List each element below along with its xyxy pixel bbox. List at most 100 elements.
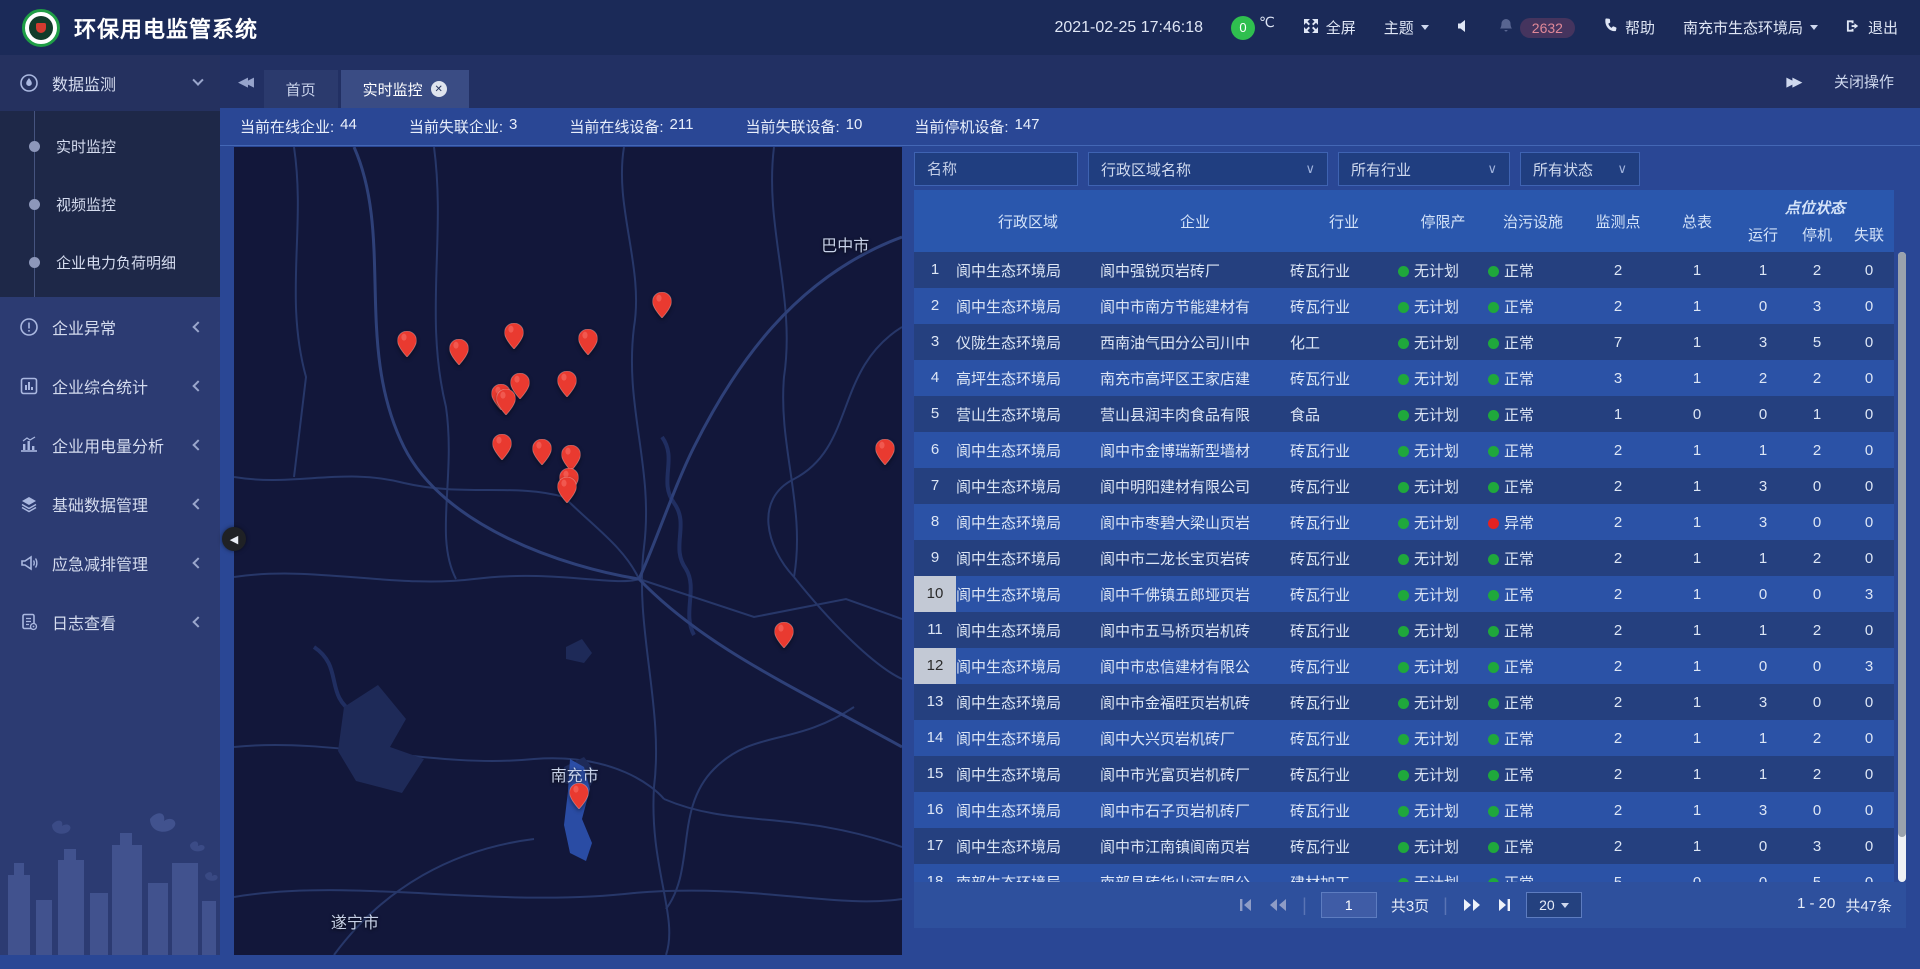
- table-row[interactable]: 15 阆中生态环境局 阆中市光富页岩机砖厂 砖瓦行业 无计划 正常 2 1 1 …: [914, 756, 1894, 792]
- sidebar-item-enterprise-abnormal[interactable]: 企业异常: [0, 297, 220, 356]
- next-page-button[interactable]: [1462, 898, 1482, 912]
- last-page-button[interactable]: [1496, 898, 1512, 912]
- map-collapse-handle[interactable]: ◀: [222, 527, 246, 551]
- map-panel[interactable]: 巴中市南充市遂宁市: [234, 147, 902, 955]
- sidebar-item-label: 视频监控: [56, 194, 116, 215]
- sidebar-item-power-analysis[interactable]: 企业用电量分析: [0, 415, 220, 474]
- sidebar-item-data-monitor[interactable]: 数据监测: [0, 55, 220, 111]
- row-monitor: 2: [1578, 298, 1658, 315]
- table-row[interactable]: 12 阆中生态环境局 阆中市忠信建材有限公 砖瓦行业 无计划 正常 2 1 0 …: [914, 648, 1894, 684]
- tabs-scroll-left-icon[interactable]: ◀◀: [238, 74, 250, 90]
- row-run: 0: [1736, 406, 1790, 423]
- tabs-scroll-right-icon[interactable]: ▶▶: [1786, 74, 1798, 90]
- sidebar-item-video-monitor[interactable]: 视频监控: [0, 175, 220, 233]
- stat-item: 当前在线设备: 211: [569, 116, 693, 137]
- row-industry: 砖瓦行业: [1290, 260, 1398, 281]
- logout-button[interactable]: 退出: [1846, 17, 1898, 38]
- status-filter-select[interactable]: 所有状态 ∨: [1520, 152, 1640, 186]
- map-pin-icon[interactable]: [450, 339, 469, 365]
- tab-realtime-monitor[interactable]: 实时监控 ✕: [341, 70, 469, 108]
- row-region: 营山生态环境局: [956, 404, 1100, 425]
- table-row[interactable]: 6 阆中生态环境局 阆中市金博瑞新型墙材 砖瓦行业 无计划 正常 2 1 1 2…: [914, 432, 1894, 468]
- sidebar-item-emergency-reduction[interactable]: 应急减排管理: [0, 533, 220, 592]
- name-filter-input[interactable]: [927, 161, 1065, 178]
- map-pin-icon[interactable]: [569, 783, 588, 809]
- log-file-icon: [18, 611, 40, 633]
- map-pin-icon[interactable]: [875, 439, 894, 465]
- sidebar-item-label: 实时监控: [56, 136, 116, 157]
- table-scrollbar[interactable]: [1898, 252, 1906, 882]
- map-pin-icon[interactable]: [774, 622, 793, 648]
- row-industry: 砖瓦行业: [1290, 548, 1398, 569]
- fullscreen-button[interactable]: 全屏: [1303, 17, 1356, 38]
- row-halt: 2: [1790, 730, 1844, 747]
- status-dot-icon: [1488, 734, 1499, 745]
- map-pin-icon[interactable]: [653, 292, 672, 318]
- row-industry: 砖瓦行业: [1290, 728, 1398, 749]
- theme-dropdown[interactable]: 主题: [1384, 17, 1429, 38]
- sidebar-item-base-data[interactable]: 基础数据管理: [0, 474, 220, 533]
- table-row[interactable]: 7 阆中生态环境局 阆中明阳建材有限公司 砖瓦行业 无计划 正常 2 1 3 0…: [914, 468, 1894, 504]
- table-row[interactable]: 14 阆中生态环境局 阆中大兴页岩机砖厂 砖瓦行业 无计划 正常 2 1 1 2…: [914, 720, 1894, 756]
- tab-home[interactable]: 首页: [264, 70, 338, 108]
- table-row[interactable]: 17 阆中生态环境局 阆中市江南镇阆南页岩 砖瓦行业 无计划 正常 2 1 0 …: [914, 828, 1894, 864]
- table-row[interactable]: 18 南部生态环境局 南部县砖华山河有限公 建材加工 无计划 正常 5 0 0 …: [914, 864, 1894, 882]
- table-row[interactable]: 4 高坪生态环境局 南充市高坪区王家店建 砖瓦行业 无计划 正常 3 1 2 2…: [914, 360, 1894, 396]
- table-row[interactable]: 11 阆中生态环境局 阆中市五马桥页岩机砖 砖瓦行业 无计划 正常 2 1 1 …: [914, 612, 1894, 648]
- row-halt: 0: [1790, 802, 1844, 819]
- bullet-dot-icon: [29, 141, 40, 152]
- alerts-button[interactable]: 2632: [1499, 18, 1575, 38]
- row-company: 阆中市江南镇阆南页岩: [1100, 836, 1290, 857]
- page-number-input[interactable]: [1321, 892, 1377, 918]
- table-row[interactable]: 8 阆中生态环境局 阆中市枣碧大梁山页岩 砖瓦行业 无计划 异常 2 1 3 0…: [914, 504, 1894, 540]
- volume-button[interactable]: [1457, 19, 1471, 37]
- industry-filter-select[interactable]: 所有行业 ∨: [1338, 152, 1510, 186]
- table-row[interactable]: 9 阆中生态环境局 阆中市二龙长宝页岩砖 砖瓦行业 无计划 正常 2 1 1 2…: [914, 540, 1894, 576]
- prev-page-button[interactable]: [1268, 898, 1288, 912]
- status-dot-icon: [1488, 554, 1499, 565]
- row-company: 阆中市金福旺页岩机砖: [1100, 692, 1290, 713]
- map-pin-icon[interactable]: [579, 329, 598, 355]
- map-pin-icon[interactable]: [558, 371, 577, 397]
- table-row[interactable]: 10 阆中生态环境局 阆中千佛镇五郎垭页岩 砖瓦行业 无计划 正常 2 1 0 …: [914, 576, 1894, 612]
- region-filter-select[interactable]: 行政区域名称 ∨: [1088, 152, 1328, 186]
- close-icon[interactable]: ✕: [431, 81, 447, 97]
- sidebar-item-log-view[interactable]: 日志查看: [0, 592, 220, 651]
- map-pin-icon[interactable]: [558, 477, 577, 503]
- table-row[interactable]: 5 营山生态环境局 营山县润丰肉食品有限 食品 无计划 正常 1 0 0 1 0: [914, 396, 1894, 432]
- map-pin-icon[interactable]: [504, 323, 523, 349]
- sidebar-item-realtime-monitor[interactable]: 实时监控: [0, 117, 220, 175]
- name-filter[interactable]: [914, 152, 1078, 186]
- row-halt: 5: [1790, 874, 1844, 883]
- table-row[interactable]: 13 阆中生态环境局 阆中市金福旺页岩机砖 砖瓦行业 无计划 正常 2 1 3 …: [914, 684, 1894, 720]
- sidebar-submenu: 实时监控 视频监控 企业电力负荷明细: [0, 111, 220, 297]
- stat-item: 当前停机设备: 147: [914, 116, 1039, 137]
- scrollbar-thumb[interactable]: [1898, 252, 1906, 837]
- sidebar-item-power-load-detail[interactable]: 企业电力负荷明细: [0, 233, 220, 291]
- first-page-button[interactable]: [1238, 898, 1254, 912]
- row-lost: 0: [1844, 370, 1894, 387]
- row-halt: 3: [1790, 838, 1844, 855]
- row-meter: 1: [1658, 334, 1736, 351]
- sidebar-item-enterprise-stats[interactable]: 企业综合统计: [0, 356, 220, 415]
- row-industry: 砖瓦行业: [1290, 800, 1398, 821]
- row-facility: 正常: [1488, 620, 1578, 641]
- map-pin-icon[interactable]: [398, 331, 417, 357]
- row-meter: 1: [1658, 370, 1736, 387]
- table-row[interactable]: 16 阆中生态环境局 阆中市石子页岩机砖厂 砖瓦行业 无计划 正常 2 1 3 …: [914, 792, 1894, 828]
- table-row[interactable]: 1 阆中生态环境局 阆中强锐页岩砖厂 砖瓦行业 无计划 正常 2 1 1 2 0: [914, 252, 1894, 288]
- map-pin-icon[interactable]: [532, 439, 551, 465]
- table-row[interactable]: 2 阆中生态环境局 阆中市南方节能建材有 砖瓦行业 无计划 正常 2 1 0 3…: [914, 288, 1894, 324]
- row-company: 阆中市五马桥页岩机砖: [1100, 620, 1290, 641]
- row-industry: 砖瓦行业: [1290, 764, 1398, 785]
- close-operations-button[interactable]: 关闭操作: [1834, 71, 1894, 92]
- row-lost: 0: [1844, 694, 1894, 711]
- map-pin-icon[interactable]: [496, 389, 515, 415]
- row-facility: 正常: [1488, 440, 1578, 461]
- help-button[interactable]: 帮助: [1603, 17, 1655, 38]
- org-dropdown[interactable]: 南充市生态环境局: [1683, 17, 1818, 38]
- page-size-select[interactable]: 20: [1526, 892, 1582, 918]
- table-row[interactable]: 3 仪陇生态环境局 西南油气田分公司川中 化工 无计划 正常 7 1 3 5 0: [914, 324, 1894, 360]
- row-meter: 1: [1658, 442, 1736, 459]
- map-pin-icon[interactable]: [492, 434, 511, 460]
